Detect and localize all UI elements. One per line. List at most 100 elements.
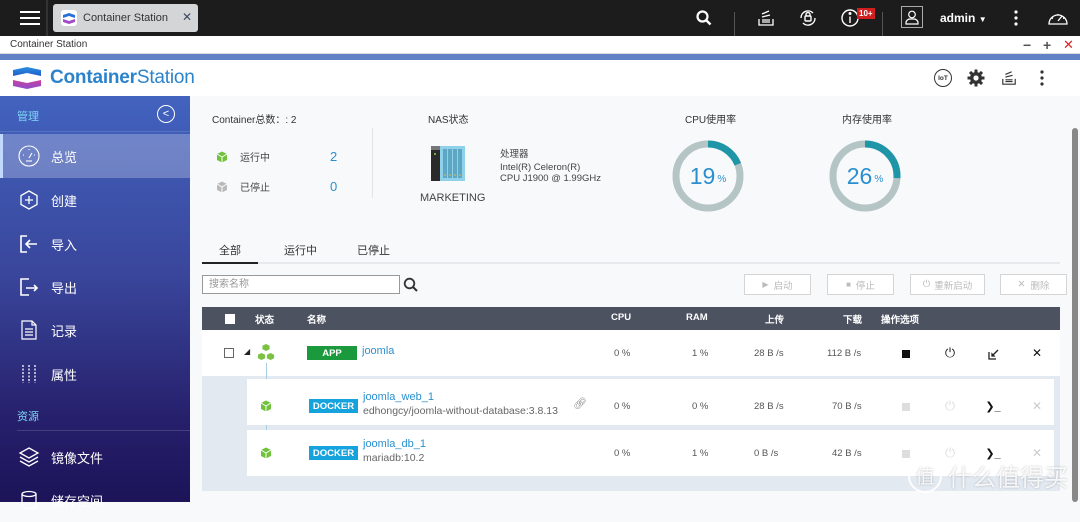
link-icon[interactable]: 🔗︎ xyxy=(573,397,587,410)
iot-icon[interactable]: IoT xyxy=(933,68,953,88)
sidebar-item-export[interactable]: 导出 xyxy=(0,265,190,309)
power-icon: ⏻ xyxy=(922,279,931,290)
divider xyxy=(17,430,190,431)
delete-label: 删除 xyxy=(1030,280,1050,292)
cpu-usage-label: CPU使用率 xyxy=(685,115,737,126)
top-bar: Container Station ✕ 10+ admin ▼ xyxy=(0,0,1080,36)
sidebar-item-storage[interactable]: 储存空间 xyxy=(0,478,190,522)
close-icon[interactable]: ✕ xyxy=(1029,345,1045,361)
filter-tabs: 全部 运行中 已停止 xyxy=(202,240,1060,264)
menu-icon[interactable] xyxy=(18,8,42,28)
start-button[interactable]: ▶ 启动 xyxy=(744,274,811,295)
nas-device-icon xyxy=(431,146,465,181)
row-checkbox[interactable] xyxy=(224,348,234,358)
cpu-value: 0 % xyxy=(614,401,631,412)
stopped-label: 已停止 xyxy=(240,183,270,194)
column-download: 下载 xyxy=(843,315,863,326)
upload-value: 0 B /s xyxy=(754,448,779,459)
collapse-sidebar-icon[interactable]: < xyxy=(157,105,175,123)
expand-triangle-icon[interactable]: ◢ xyxy=(244,347,250,356)
user-icon[interactable] xyxy=(901,6,923,28)
app-tag: APP xyxy=(307,346,357,360)
container-name-link[interactable]: joomla_db_1 xyxy=(363,438,426,450)
app-tab[interactable]: Container Station ✕ xyxy=(53,4,198,32)
import-icon xyxy=(17,232,41,256)
watermark: 值 什么值得买 xyxy=(908,458,1068,493)
add-hex-icon xyxy=(17,188,41,212)
vertical-scrollbar[interactable] xyxy=(1072,128,1078,502)
tab-stopped[interactable]: 已停止 xyxy=(357,242,390,264)
container-image: edhongcy/joomla-without-database:3.8.13 xyxy=(363,405,558,417)
username: admin xyxy=(940,11,976,25)
container-name-link[interactable]: joomla_web_1 xyxy=(363,391,434,403)
tab-running[interactable]: 运行中 xyxy=(284,242,317,264)
download-value: 42 B /s xyxy=(832,448,862,459)
stop-icon: ■ xyxy=(846,280,851,289)
minimize-button[interactable]: − xyxy=(1023,36,1031,54)
sidebar-item-create[interactable]: 创建 xyxy=(0,178,190,222)
user-menu[interactable]: admin ▼ xyxy=(940,11,987,25)
restart-button[interactable]: ⏻ 重新启动 xyxy=(910,274,985,295)
sidebar-section-manage: 管理 xyxy=(17,111,39,123)
download-value: 70 B /s xyxy=(832,401,862,412)
app-name-link[interactable]: joomla xyxy=(362,345,394,357)
cpu-value: 0 % xyxy=(614,448,631,459)
more-vertical-icon[interactable] xyxy=(1008,6,1024,30)
terminal-icon[interactable]: ❯_ xyxy=(985,398,1001,414)
sidebar-item-overview[interactable]: 总览 xyxy=(0,134,190,178)
divider xyxy=(0,131,190,132)
close-icon[interactable]: ✕ xyxy=(1029,398,1045,414)
watermark-text: 什么值得买 xyxy=(948,465,1068,492)
column-status: 状态 xyxy=(255,315,275,326)
container-station-icon xyxy=(61,10,77,26)
sidebar-item-logs[interactable]: 记录 xyxy=(0,308,190,352)
stack-icon[interactable] xyxy=(754,6,778,30)
app-header: ContainerStation IoT xyxy=(0,60,1080,96)
sync-icon[interactable] xyxy=(796,6,820,30)
close-window-button[interactable]: ✕ xyxy=(1063,36,1074,54)
power-icon[interactable]: ⏻ xyxy=(942,345,958,361)
app-cubes-icon xyxy=(257,343,275,361)
stop-icon[interactable] xyxy=(898,399,914,415)
running-count[interactable]: 2 xyxy=(330,149,337,164)
table-row-container[interactable]: DOCKER joomla_web_1 edhongcy/joomla-with… xyxy=(247,379,1054,425)
search-icon[interactable] xyxy=(692,6,716,30)
sidebar-item-label: 导入 xyxy=(51,237,78,253)
sidebar-section-resources: 资源 xyxy=(17,411,39,423)
divider xyxy=(734,12,735,36)
column-name: 名称 xyxy=(307,315,327,326)
sidebar-item-label: 镜像文件 xyxy=(51,450,104,466)
gear-icon[interactable] xyxy=(966,68,986,88)
search-icon[interactable] xyxy=(403,277,421,295)
upload-value: 28 B /s xyxy=(754,401,784,412)
window-title-bar: Container Station − + ✕ xyxy=(0,36,1080,54)
stack-icon[interactable] xyxy=(999,68,1019,88)
running-stat: 运行中 2 xyxy=(216,149,337,164)
memory-usage-label: 内存使用率 xyxy=(842,115,892,126)
search-input[interactable] xyxy=(202,275,400,294)
close-tab-icon[interactable]: ✕ xyxy=(182,10,192,24)
sliders-icon xyxy=(17,362,41,386)
sidebar-item-properties[interactable]: 属性 xyxy=(0,352,190,396)
tab-all[interactable]: 全部 xyxy=(202,242,258,264)
dashboard-gauge-icon[interactable] xyxy=(1046,6,1070,30)
select-all-checkbox[interactable] xyxy=(225,314,235,324)
delete-button[interactable]: ✕ 删除 xyxy=(1000,274,1067,295)
stop-button[interactable]: ■ 停止 xyxy=(827,274,894,295)
stopped-stat: 已停止 0 xyxy=(216,179,337,194)
edit-icon[interactable] xyxy=(985,346,1001,362)
more-vertical-icon[interactable] xyxy=(1032,68,1052,88)
sidebar-item-import[interactable]: 导入 xyxy=(0,222,190,266)
play-icon: ▶ xyxy=(762,280,769,289)
maximize-button[interactable]: + xyxy=(1043,36,1051,54)
processor-line1: Intel(R) Celeron(R) xyxy=(500,162,581,173)
stop-icon[interactable] xyxy=(898,346,914,362)
chevron-down-icon: ▼ xyxy=(978,15,987,24)
stopped-count[interactable]: 0 xyxy=(330,179,337,194)
app-tab-title: Container Station xyxy=(83,12,168,24)
document-icon xyxy=(17,318,41,342)
power-icon[interactable]: ⏻ xyxy=(942,398,958,414)
sidebar-item-label: 属性 xyxy=(51,367,78,383)
table-row-app[interactable]: ◢ APP joomla 0 % 1 % 28 B /s 112 B /s ⏻ … xyxy=(202,330,1060,376)
sidebar-item-images[interactable]: 镜像文件 xyxy=(0,435,190,479)
